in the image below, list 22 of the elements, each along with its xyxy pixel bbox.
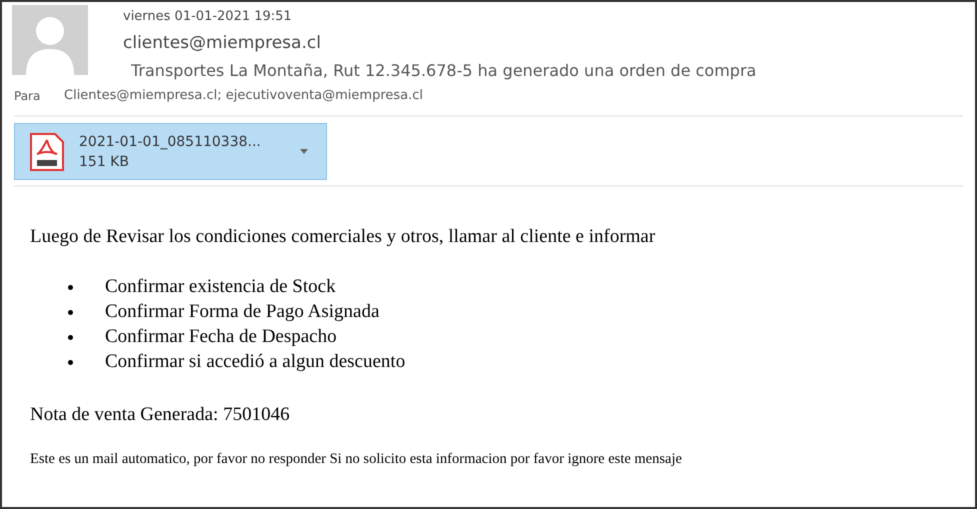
bullet-icon [68,310,73,315]
list-item: Confirmar si accedió a algun descuento [105,350,406,374]
list-item: Confirmar Fecha de Despacho [105,325,337,350]
dropdown-caret-icon[interactable] [300,149,308,154]
recipients: Clientes@miempresa.cl; ejecutivoventa@miempresa.cl [64,87,424,106]
footer-disclaimer: Este es un mail automatico, por favor no responder Si no solicito esta informacion por favor ignore este mensaje [30,450,683,469]
bullet-icon [68,285,73,290]
email-date: viernes 01-01-2021 19:51 [123,8,293,26]
sender-address: clientes@miempresa.cl [123,32,322,55]
bullet-icon [68,360,73,365]
email-subject: Transportes La Montaña, Rut 12.345.678-5 ha generado una orden de compra [131,60,756,82]
list-item: Confirmar existencia de Stock [105,275,336,300]
attachment-name: 2021-01-01_085110338... [79,132,262,152]
to-label: Para [14,88,42,105]
attachment-size: 151 KB [79,152,130,172]
bullet-icon [68,335,73,340]
avatar-icon [12,5,88,75]
pdf-file-icon [29,132,65,172]
attachment-item[interactable]: 2021-01-01_085110338... 151 KB [14,123,327,180]
list-item: Confirmar Forma de Pago Asignada [105,300,380,324]
body-paragraph: Luego de Revisar los condiciones comerciales y otros, llamar al cliente e informar [30,225,656,249]
order-note: Nota de venta Generada: 7501046 [30,403,291,427]
